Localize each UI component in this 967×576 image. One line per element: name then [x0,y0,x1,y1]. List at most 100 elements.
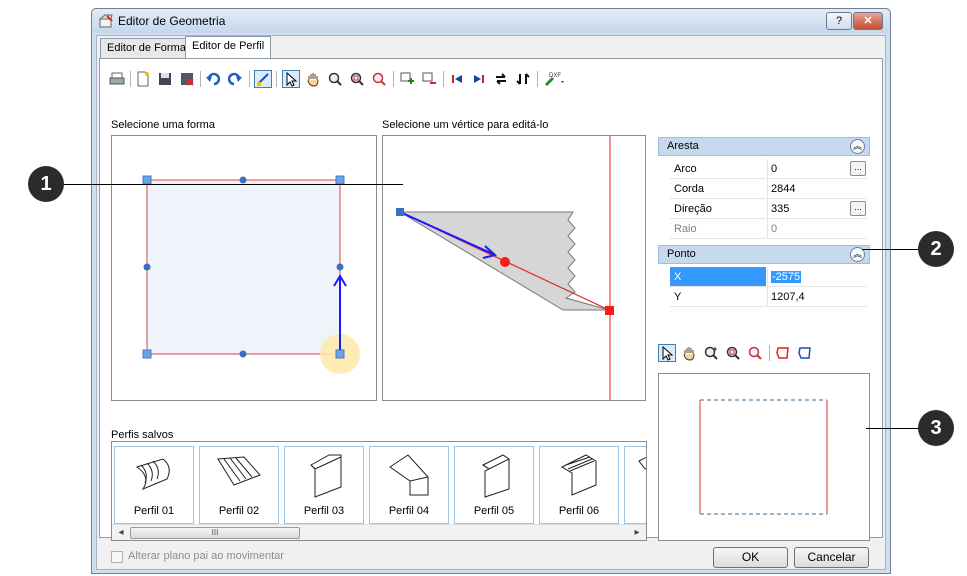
print-icon[interactable] [108,70,126,88]
help-button[interactable]: ? [826,12,852,30]
profile-07-thumbnail [638,456,646,470]
zoom-extents-icon[interactable] [746,344,764,362]
preview-canvas[interactable] [658,373,870,541]
add-vertex-icon[interactable] [398,70,416,88]
profile-name: Perfil 03 [303,505,345,517]
profile-01-thumbnail [135,458,170,491]
dxf-import-icon[interactable]: DXF [542,70,568,88]
zoom-icon[interactable] [326,70,344,88]
zoom-in-out-icon[interactable] [702,344,720,362]
pan-hand-icon[interactable] [680,344,698,362]
save-icon[interactable] [156,70,174,88]
preview-drawing [699,399,828,515]
raio-value: 0 [767,219,867,239]
shape-panel-label: Selecione uma forma [111,119,215,131]
edit-vertex-icon[interactable] [254,70,272,88]
property-name: Raio [670,219,766,239]
profiles-scrollbar[interactable]: ◂ III ▸ [112,524,646,540]
reverse-direction-icon[interactable] [492,70,510,88]
direcao-ellipsis-button[interactable]: ... [850,201,866,216]
property-name: Y [670,287,766,307]
redo-icon[interactable] [226,70,244,88]
ponto-header[interactable]: Ponto ︽ [658,245,870,264]
property-name-selected: X [670,267,766,287]
profile-name: Perfil 05 [473,505,515,517]
first-vertex-icon[interactable] [448,70,466,88]
profile-name: Perfil 06 [558,505,600,517]
profile-06-thumbnail [560,454,597,496]
flip-icon[interactable] [514,70,532,88]
callout-1-line [64,184,403,185]
profile-item[interactable]: Perfil 05 [454,446,534,524]
corda-value[interactable]: 2844 [767,179,867,199]
vertex-canvas[interactable] [382,135,646,401]
profile-name: Perfil 02 [218,505,260,517]
zoom-window-icon[interactable] [348,70,366,88]
profile-item-partial[interactable] [624,446,646,524]
profile-item[interactable]: Perfil 02 [199,446,279,524]
profile-02-thumbnail [217,456,261,486]
profile-05-thumbnail [482,454,510,498]
property-name: Direção [670,199,766,219]
callout-1: 1 [28,166,64,202]
scroll-left-icon[interactable]: ◂ [114,526,128,540]
callout-3-line [866,428,920,429]
undo-icon[interactable] [204,70,222,88]
profile-item[interactable]: Perfil 01 [114,446,194,524]
arco-ellipsis-button[interactable]: ... [850,161,866,176]
new-document-icon[interactable] [134,70,152,88]
geometry-editor-window: Editor de Geometria ? ✕ Editor de Forma … [91,8,891,574]
callout-3: 3 [918,410,954,446]
title-bar[interactable]: Editor de Geometria ? ✕ [92,9,890,33]
profile-04-thumbnail [389,454,429,496]
remove-vertex-icon[interactable] [420,70,438,88]
profile-item[interactable]: Perfil 03 [284,446,364,524]
tab-profile-editor[interactable]: Editor de Perfil [185,36,272,59]
profile-name: Perfil 01 [133,505,175,517]
red-profile-icon[interactable] [774,344,792,362]
shape-canvas[interactable] [111,135,377,401]
x-value-selection: -2575 [771,271,802,283]
tab-shape-editor[interactable]: Editor de Forma [100,38,193,58]
scroll-thumb[interactable]: III [130,527,300,539]
callout-2: 2 [918,231,954,267]
property-row-direcao: Direção 335 ... [670,199,868,219]
profile-item[interactable]: Perfil 04 [369,446,449,524]
x-value-input[interactable]: -2575 [767,267,867,287]
property-row-raio: Raio 0 [670,219,868,239]
ok-button[interactable]: OK [713,547,788,568]
client-area: Editor de Forma Editor de Perfil DXF Sel… [96,35,886,570]
app-icon [98,14,113,28]
main-toolbar: DXF [106,67,876,91]
cancel-button[interactable]: Cancelar [794,547,869,568]
shape-drawing [142,175,360,374]
select-pointer-icon[interactable] [282,70,300,88]
aresta-header-label: Aresta [667,140,699,152]
callout-2-line [862,249,920,250]
property-row-corda: Corda 2844 [670,179,868,199]
property-row-x: X -2575 [670,267,868,287]
property-row-y: Y 1207,4 [670,287,868,307]
saved-profiles-label: Perfis salvos [111,429,174,441]
close-button[interactable]: ✕ [853,12,883,30]
last-vertex-icon[interactable] [470,70,488,88]
move-parent-plane-checkbox[interactable] [111,551,123,563]
select-pointer-icon[interactable] [658,344,676,362]
move-parent-plane-label: Alterar plano pai ao movimentar [128,550,284,562]
profile-name: Perfil 04 [388,505,430,517]
property-name: Corda [670,179,766,199]
aresta-header[interactable]: Aresta ︽ [658,137,870,156]
scroll-right-icon[interactable]: ▸ [630,526,644,540]
blue-profile-icon[interactable] [796,344,814,362]
preview-toolbar [658,341,872,365]
profile-item[interactable]: Perfil 06 [539,446,619,524]
delete-icon[interactable] [178,70,196,88]
property-name: Arco [670,159,766,179]
zoom-extents-icon[interactable] [370,70,388,88]
collapse-aresta-icon[interactable]: ︽ [850,139,865,154]
vertex-panel-label: Selecione um vértice para editá-lo [382,119,549,131]
zoom-window-icon[interactable] [724,344,742,362]
window-title: Editor de Geometria [118,14,226,28]
pan-hand-icon[interactable] [304,70,322,88]
y-value[interactable]: 1207,4 [767,287,867,307]
